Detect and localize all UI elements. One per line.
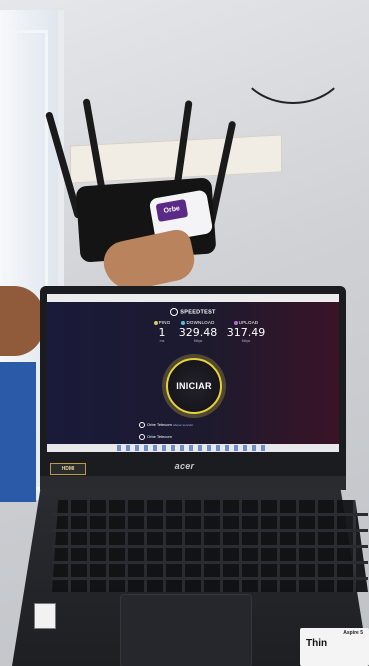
server-selector[interactable]: Orbe Telecom Alterar servidor xyxy=(139,422,193,428)
device-label: Orbe xyxy=(155,199,189,222)
start-test-label: INICIAR xyxy=(176,381,212,391)
isp-info: Orbe Telecom xyxy=(139,434,172,440)
person-icon xyxy=(139,434,145,440)
ping-value: 1 xyxy=(158,326,166,339)
server-icon xyxy=(139,422,145,428)
upload-label-row: UPLOAD xyxy=(223,320,269,325)
server-name: Orbe Telecom xyxy=(147,422,172,428)
shirt xyxy=(0,362,36,502)
taskbar-app-icons xyxy=(117,445,267,451)
model-sticker-brand: Aspire 5 xyxy=(343,630,363,636)
touchpad xyxy=(120,594,252,666)
hdmi-sticker: HDMI xyxy=(50,463,86,475)
model-sticker-text: Thin xyxy=(306,638,328,649)
download-value: 329.48 xyxy=(178,326,218,339)
speedtest-gauge-icon xyxy=(170,308,179,316)
upload-dot-icon xyxy=(233,320,238,325)
upload-value: 317.49 xyxy=(226,326,266,339)
upload-metric: UPLOAD 317.49 Mbps xyxy=(223,320,269,343)
ping-label-row: PING xyxy=(145,320,179,325)
photo: Orbe SPEEDTEST PING 1 ms DOWNLOAD 329.48… xyxy=(0,0,369,666)
speedtest-logo: SPEEDTEST xyxy=(47,308,339,316)
download-label: DOWNLOAD xyxy=(186,320,215,325)
upload-label: UPLOAD xyxy=(238,320,259,325)
laptop-hinge xyxy=(40,476,346,490)
download-metric: DOWNLOAD 329.48 Mbps xyxy=(175,320,221,343)
upload-unit: Mbps xyxy=(241,339,251,343)
isp-name: Orbe Telecom xyxy=(147,434,172,440)
change-server-link[interactable]: Alterar servidor xyxy=(173,423,193,427)
start-test-button[interactable]: INICIAR xyxy=(166,358,222,414)
ping-metric: PING 1 ms xyxy=(145,320,179,343)
browser-bar xyxy=(47,294,339,302)
download-unit: Mbps xyxy=(193,339,203,343)
ping-label: PING xyxy=(158,320,171,325)
cpu-badge-icon xyxy=(34,603,56,629)
cable xyxy=(236,10,350,104)
download-label-row: DOWNLOAD xyxy=(175,320,221,325)
ping-dot-icon xyxy=(153,320,158,325)
model-sticker: Aspire 5 Thin xyxy=(300,628,369,666)
speedtest-logo-text: SPEEDTEST xyxy=(180,309,216,316)
ping-unit: ms xyxy=(159,339,165,343)
keyboard-rows xyxy=(52,500,368,592)
laptop-screen: SPEEDTEST PING 1 ms DOWNLOAD 329.48 Mbps… xyxy=(47,294,339,452)
download-dot-icon xyxy=(181,320,186,325)
